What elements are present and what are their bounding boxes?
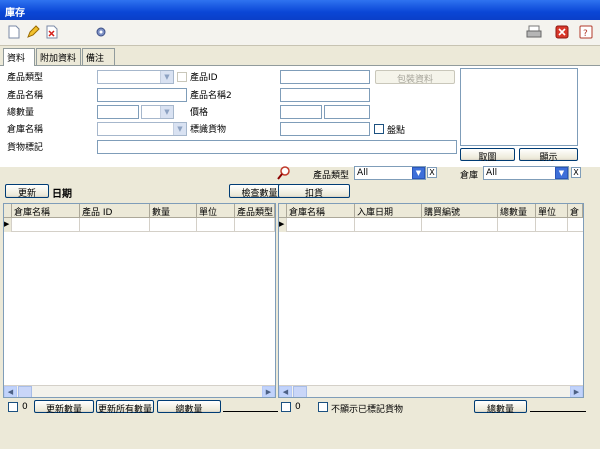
price-field[interactable]	[280, 105, 322, 119]
filter-warehouse-clear[interactable]: X	[571, 167, 581, 178]
right-col-warehouse-name[interactable]: 倉庫名稱	[287, 204, 355, 218]
product-type-label: 產品類型	[7, 73, 44, 83]
filter-product-type-label: 產品類型	[313, 171, 350, 181]
window-title-bar: 庫存	[0, 0, 600, 20]
product-id-label: 產品ID	[190, 73, 218, 83]
product-name-label: 產品名稱	[7, 91, 44, 101]
total-quantity-button[interactable]: 總數量	[157, 400, 221, 415]
total-qty-field[interactable]	[97, 105, 139, 119]
row-marker-icon: ▶	[279, 218, 287, 232]
cargo-mark-field[interactable]	[97, 140, 457, 154]
right-select-all-checkbox[interactable]	[281, 402, 291, 412]
stocktake-label: 盤點	[387, 126, 406, 136]
row-marker-icon: ▶	[4, 218, 12, 232]
package-info-button[interactable]: 包裝資料	[375, 70, 455, 85]
left-col-quantity[interactable]: 數量	[150, 204, 197, 218]
filter-product-type-value: All	[357, 168, 369, 178]
chevron-down-icon[interactable]: ▼	[160, 106, 173, 118]
right-total-quantity-button[interactable]: 總數量	[474, 400, 527, 415]
right-col-total-qty[interactable]: 總數量	[498, 204, 536, 218]
product-id-field[interactable]	[280, 70, 370, 84]
total-qty-label: 總數量	[7, 108, 35, 118]
filter-product-type-select[interactable]: All ▼	[354, 166, 426, 180]
hide-marked-checkbox[interactable]	[318, 402, 328, 412]
left-col-product-type[interactable]: 產品類型	[235, 204, 275, 218]
left-count: 0	[22, 402, 28, 412]
table-row[interactable]: ▶	[4, 218, 275, 232]
product-name2-field[interactable]	[280, 88, 370, 102]
chevron-down-icon[interactable]: ▼	[160, 71, 173, 83]
update-all-quantity-button[interactable]: 更新所有數量	[96, 400, 154, 415]
product-name-field[interactable]	[97, 88, 187, 102]
right-col-warehouse-partial[interactable]: 倉	[568, 204, 583, 218]
left-select-all-checkbox[interactable]	[8, 402, 18, 412]
delete-document-icon[interactable]	[44, 24, 60, 40]
filter-warehouse-select[interactable]: All ▼	[483, 166, 569, 180]
chevron-down-icon[interactable]: ▼	[173, 123, 186, 135]
tab-remarks[interactable]: 備注	[82, 48, 115, 65]
right-col-inbound-date[interactable]: 入庫日期	[355, 204, 422, 218]
help-icon[interactable]: ?	[578, 24, 594, 40]
inventory-grid-right: 倉庫名稱 入庫日期 購買編號 總數量 單位 倉 ▶ ◀ ▶	[278, 203, 584, 398]
chevron-down-icon[interactable]: ▼	[412, 167, 425, 179]
mark-cargo-label: 標識貨物	[190, 125, 227, 135]
left-grid-header: 倉庫名稱 產品 ID 數量 單位 產品類型	[4, 204, 275, 218]
scroll-left-arrow-icon[interactable]: ◀	[279, 386, 292, 397]
right-col-purchase-no[interactable]: 購買編號	[422, 204, 498, 218]
right-count: 0	[295, 402, 301, 412]
mark-cargo-field[interactable]	[280, 122, 370, 136]
show-image-button[interactable]: 顯示	[519, 148, 578, 163]
tab-extra-data[interactable]: 附加資料	[36, 48, 81, 65]
update-quantity-button[interactable]: 更新數量	[34, 400, 94, 415]
warehouse-name-label: 倉庫名稱	[7, 125, 44, 135]
scroll-right-arrow-icon[interactable]: ▶	[262, 386, 275, 397]
settings-gear-icon[interactable]	[93, 24, 109, 40]
toolbar: ?	[0, 20, 600, 46]
close-red-icon[interactable]	[554, 24, 570, 40]
right-total-quantity-value-line	[530, 411, 586, 412]
unit-combo[interactable]: ▼	[141, 105, 174, 119]
right-grid-header: 倉庫名稱 入庫日期 購買編號 總數量 單位 倉	[279, 204, 583, 218]
cargo-mark-label: 貨物標記	[7, 143, 44, 153]
magnifier-search-icon[interactable]	[277, 166, 291, 180]
left-col-warehouse-name[interactable]: 倉庫名稱	[12, 204, 80, 218]
left-grid-horizontal-scrollbar[interactable]: ◀ ▶	[4, 385, 275, 397]
scroll-thumb[interactable]	[18, 386, 32, 397]
pencil-edit-icon[interactable]	[25, 24, 41, 40]
left-col-product-id[interactable]: 產品 ID	[80, 204, 150, 218]
inventory-grid-left: 倉庫名稱 產品 ID 數量 單位 產品類型 ▶ ◀ ▶	[3, 203, 276, 398]
stocktake-checkbox[interactable]	[374, 124, 384, 134]
window-title: 庫存	[5, 8, 25, 19]
hide-marked-label: 不顯示已標記貨物	[331, 405, 404, 415]
filter-product-type-clear[interactable]: X	[427, 167, 437, 178]
warehouse-combo[interactable]: ▼	[97, 122, 187, 136]
scroll-thumb[interactable]	[293, 386, 307, 397]
table-row[interactable]: ▶	[279, 218, 583, 232]
svg-text:?: ?	[583, 29, 588, 39]
refresh-button[interactable]: 更新	[5, 184, 49, 199]
price-label: 價格	[190, 108, 209, 118]
right-col-unit[interactable]: 單位	[536, 204, 568, 218]
data-form-panel: 產品類型 ▼ 產品ID 包裝資料 產品名稱 產品名稱2 總數量 ▼ 價格 倉庫名…	[0, 65, 600, 167]
deduct-goods-button[interactable]: 扣貨	[278, 184, 350, 199]
product-name2-label: 產品名稱2	[190, 91, 232, 101]
scroll-left-arrow-icon[interactable]: ◀	[4, 386, 17, 397]
total-quantity-value-line	[223, 411, 278, 412]
fetch-image-button[interactable]: 取圖	[460, 148, 515, 163]
right-grid-horizontal-scrollbar[interactable]: ◀ ▶	[279, 385, 583, 397]
price-currency-field[interactable]	[324, 105, 370, 119]
filter-warehouse-value: All	[486, 168, 498, 178]
tab-data[interactable]: 資料	[3, 48, 35, 66]
product-image-box	[460, 68, 578, 146]
scroll-right-arrow-icon[interactable]: ▶	[570, 386, 583, 397]
left-col-unit[interactable]: 單位	[197, 204, 235, 218]
new-document-icon[interactable]	[6, 24, 22, 40]
chevron-down-icon[interactable]: ▼	[555, 167, 568, 179]
product-type-combo[interactable]: ▼	[97, 70, 174, 84]
date-label: 日期	[52, 189, 72, 200]
filter-warehouse-label: 倉庫	[460, 171, 479, 181]
product-id-checkbox[interactable]	[177, 72, 187, 82]
printer-icon[interactable]	[526, 24, 542, 40]
